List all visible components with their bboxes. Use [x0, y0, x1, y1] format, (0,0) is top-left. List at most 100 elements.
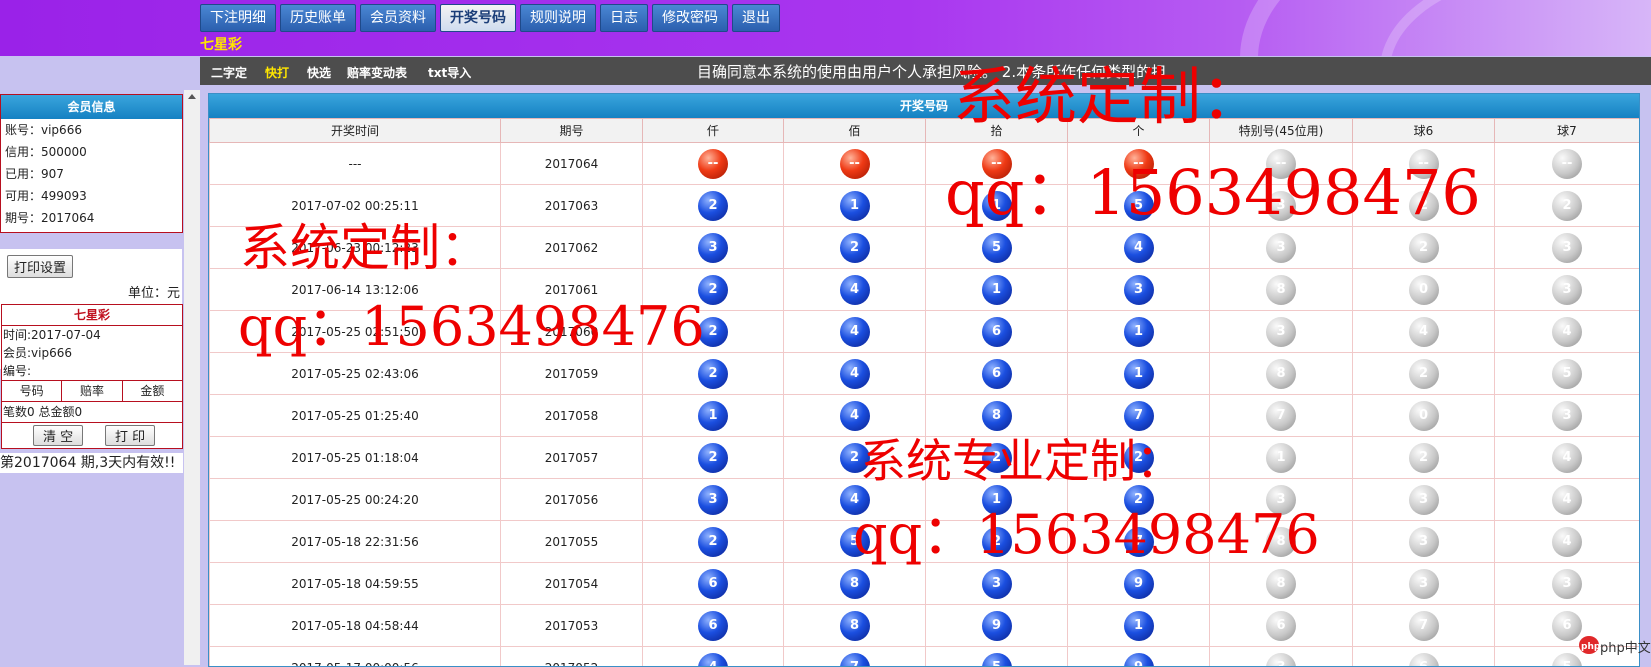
number-ball: 3	[1124, 275, 1154, 305]
column-header: 拾	[926, 119, 1068, 143]
draw-time: 2017-05-17 00:00:56	[210, 647, 501, 667]
number-cell: 6	[643, 605, 784, 647]
number-ball: 8	[982, 401, 1012, 431]
tab-logout[interactable]: 退出	[732, 4, 780, 32]
extra-ball-cell: 4	[1495, 437, 1640, 479]
extra-ball-cell: 6	[1353, 647, 1495, 667]
number-ball: 4	[840, 275, 870, 305]
number-ball: 3	[698, 233, 728, 263]
number-cell: 1	[1068, 311, 1210, 353]
number-ball: --	[982, 149, 1012, 179]
tab-member-profile[interactable]: 会员资料	[360, 4, 436, 32]
number-ball: 2	[840, 443, 870, 473]
subnav-quick-select[interactable]: 快选	[307, 64, 331, 81]
tab-rules[interactable]: 规则说明	[520, 4, 596, 32]
number-cell: 9	[1068, 647, 1210, 667]
validity-note: 第2017064 期,3天内有效!!	[0, 453, 183, 473]
draw-time: 2017-05-25 02:51:50	[210, 311, 501, 353]
sidebar-scrollbar[interactable]	[184, 90, 200, 665]
table-row: 2017-05-18 22:31:5620170552527834	[210, 521, 1640, 563]
table-row: 2017-05-25 01:25:4020170581487703	[210, 395, 1640, 437]
extra-ball: 8	[1266, 569, 1296, 599]
number-ball: 2	[698, 275, 728, 305]
number-cell: 4	[643, 647, 784, 667]
number-cell: 7	[784, 647, 926, 667]
extra-ball: 2	[1409, 191, 1439, 221]
print-button[interactable]: 打 印	[105, 425, 155, 446]
member-available: 可用：499093	[1, 185, 182, 207]
number-cell: 1	[784, 185, 926, 227]
number-ball: 7	[1124, 401, 1154, 431]
number-ball: 7	[1124, 527, 1154, 557]
bet-slip-header: 号码 赔率 金额	[2, 380, 182, 402]
table-row: 2017-05-25 00:24:2020170563412334	[210, 479, 1640, 521]
print-settings-button[interactable]: 打印设置	[7, 255, 73, 278]
table-row: 2017-05-18 04:59:5520170546839833	[210, 563, 1640, 605]
tab-draw-results[interactable]: 开奖号码	[440, 4, 516, 32]
number-ball: 2	[698, 317, 728, 347]
extra-ball: 3	[1552, 233, 1582, 263]
table-row: 2017-05-25 01:18:0420170572222124	[210, 437, 1640, 479]
tab-change-password[interactable]: 修改密码	[652, 4, 728, 32]
number-cell: 4	[1068, 227, 1210, 269]
number-ball: 4	[840, 359, 870, 389]
number-cell: --	[784, 143, 926, 185]
extra-ball-cell: 8	[1210, 521, 1353, 563]
number-cell: 1	[1068, 353, 1210, 395]
number-ball: 2	[698, 359, 728, 389]
number-cell: 8	[784, 563, 926, 605]
member-info-panel: 会员信息 账号：vip666 信用：500000 已用：907 可用：49909…	[0, 94, 183, 233]
number-cell: 6	[643, 563, 784, 605]
extra-ball: 2	[1552, 191, 1582, 221]
extra-ball-cell: 4	[1353, 311, 1495, 353]
draw-issue: 2017064	[501, 143, 643, 185]
extra-ball-cell: 2	[1495, 185, 1640, 227]
extra-ball: 8	[1266, 527, 1296, 557]
number-cell: 3	[643, 227, 784, 269]
tab-history-bills[interactable]: 历史账单	[280, 4, 356, 32]
number-ball: 1	[1124, 359, 1154, 389]
extra-ball-cell: 2	[1353, 185, 1495, 227]
number-cell: 7	[1068, 521, 1210, 563]
bet-slip: 七星彩 时间:2017-07-04 会员:vip666 编号: 号码 赔率 金额…	[1, 304, 183, 449]
subnav-two-digit[interactable]: 二字定	[211, 64, 247, 81]
number-cell: 2	[643, 437, 784, 479]
subnav-quick-play[interactable]: 快打	[265, 64, 289, 81]
number-ball: 9	[982, 611, 1012, 641]
number-ball: 2	[982, 443, 1012, 473]
php-logo: php php中文网	[1578, 634, 1642, 656]
extra-ball: 7	[1266, 401, 1296, 431]
number-ball: 1	[840, 191, 870, 221]
scroll-up-icon[interactable]	[188, 94, 196, 99]
draw-time: ---	[210, 143, 501, 185]
subnav-txt-import[interactable]: txt导入	[428, 64, 471, 81]
extra-ball-cell: 3	[1353, 563, 1495, 605]
number-cell: 7	[1068, 395, 1210, 437]
number-ball: 6	[982, 317, 1012, 347]
extra-ball: 8	[1266, 359, 1296, 389]
number-cell: 5	[784, 521, 926, 563]
extra-ball: 0	[1409, 275, 1439, 305]
extra-ball-cell: 1	[1210, 437, 1353, 479]
draw-time: 2017-05-18 04:58:44	[210, 605, 501, 647]
number-ball: 1	[982, 275, 1012, 305]
tab-log[interactable]: 日志	[600, 4, 648, 32]
col-number: 号码	[2, 381, 62, 401]
extra-ball-cell: 3	[1353, 479, 1495, 521]
number-ball: --	[1124, 149, 1154, 179]
draw-time: 2017-05-18 22:31:56	[210, 521, 501, 563]
number-ball: 8	[840, 569, 870, 599]
number-ball: 1	[982, 191, 1012, 221]
table-row: ---2017064--------------	[210, 143, 1640, 185]
number-cell: 6	[926, 311, 1068, 353]
draw-issue: 2017061	[501, 269, 643, 311]
subnav-odds-changes[interactable]: 赔率变动表	[347, 64, 407, 81]
clear-button[interactable]: 清 空	[33, 425, 83, 446]
banner-decoration	[1380, 0, 1651, 56]
draw-issue: 2017059	[501, 353, 643, 395]
number-ball: 6	[698, 569, 728, 599]
extra-ball: 8	[1266, 275, 1296, 305]
number-cell: 1	[926, 185, 1068, 227]
tab-bet-details[interactable]: 下注明细	[200, 4, 276, 32]
number-cell: 2	[926, 521, 1068, 563]
